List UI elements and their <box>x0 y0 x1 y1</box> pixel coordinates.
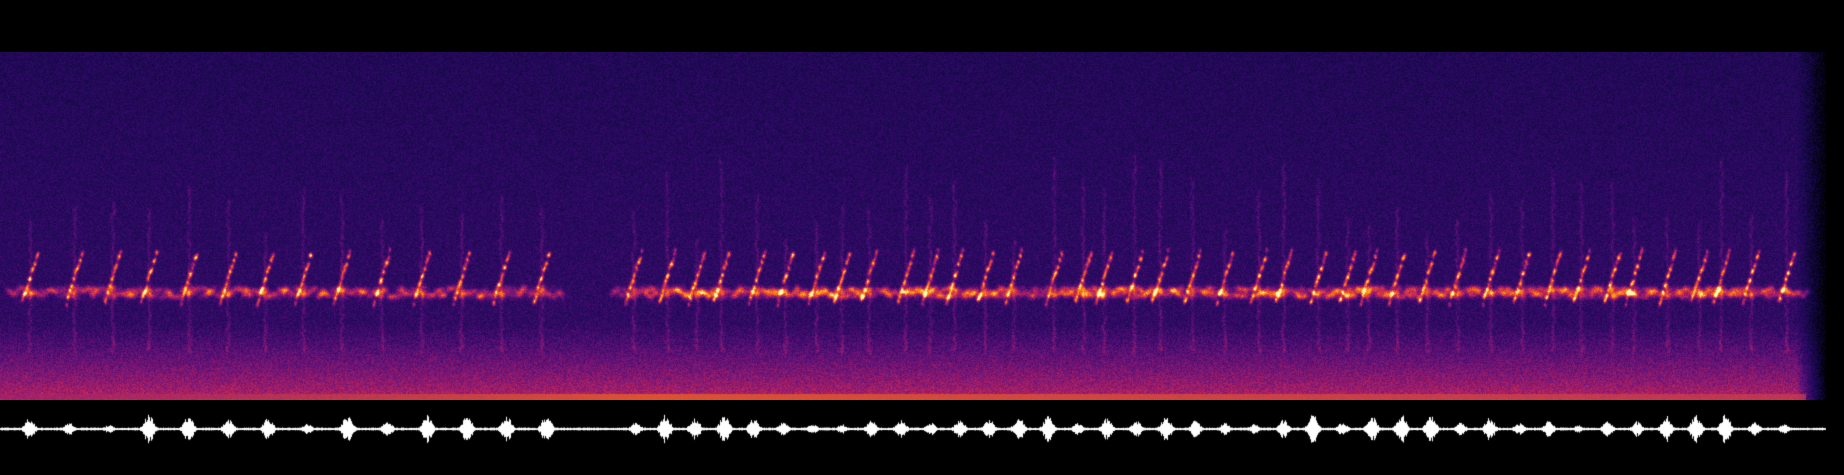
audio-analysis-view <box>0 0 1844 475</box>
waveform-image <box>0 410 1826 464</box>
spectrogram-image <box>0 52 1826 400</box>
